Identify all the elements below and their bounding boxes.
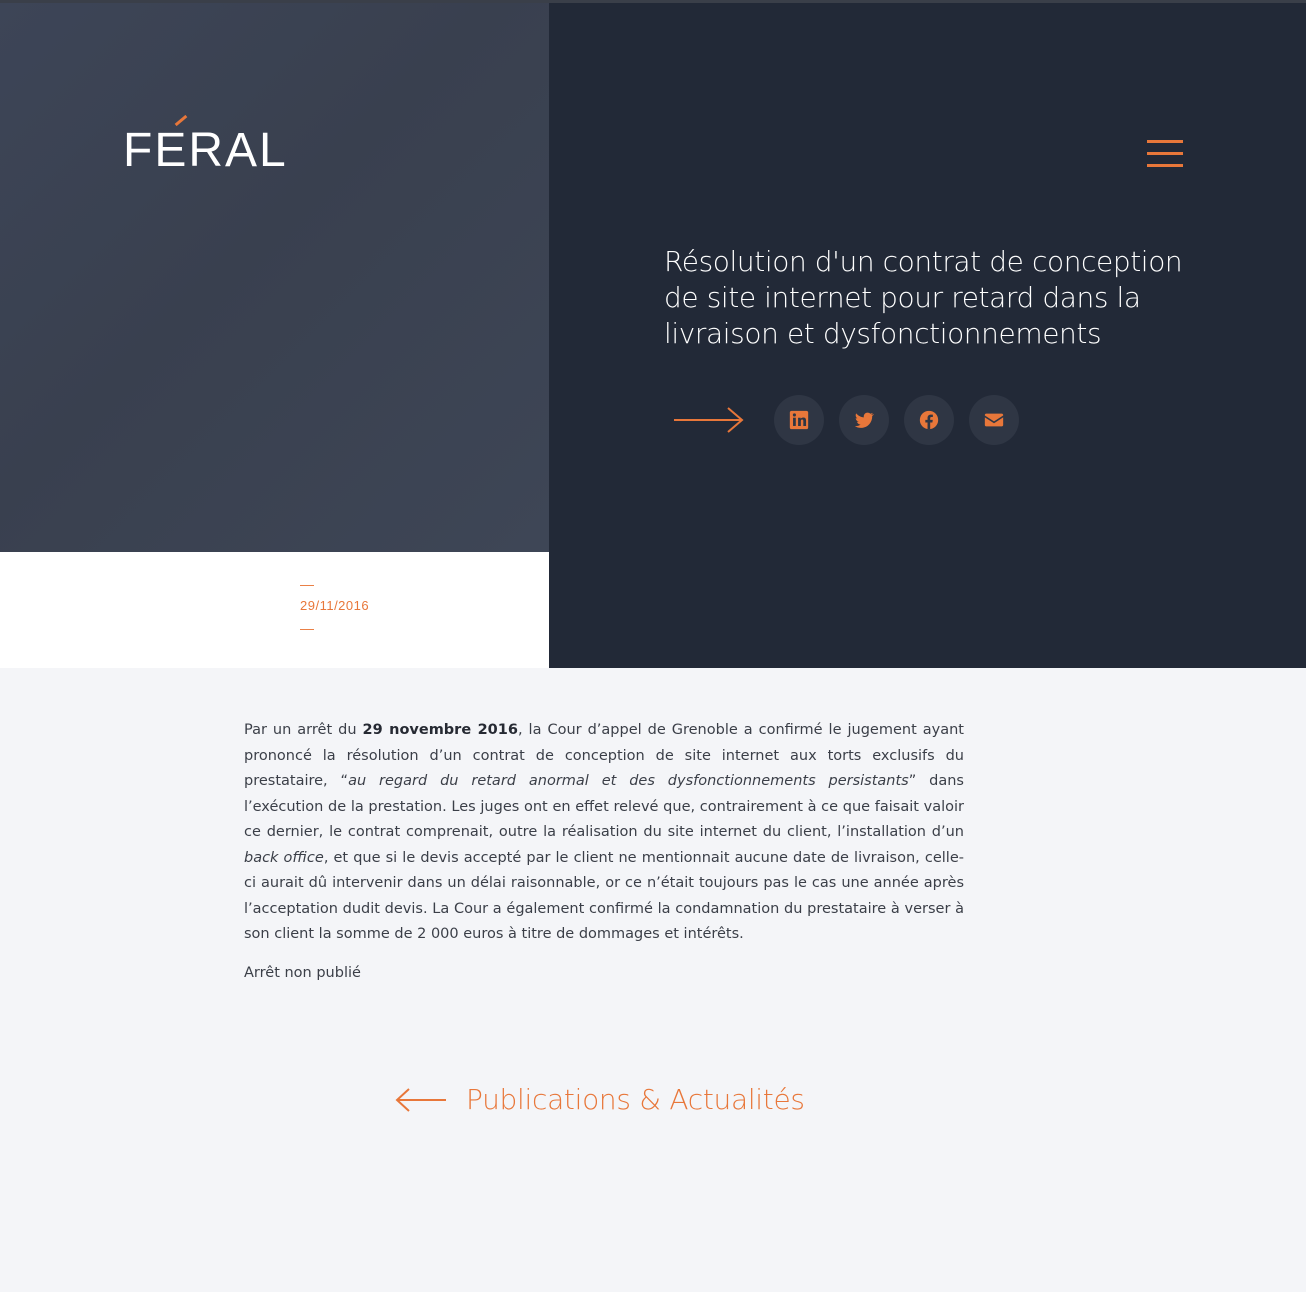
facebook-icon (919, 410, 939, 430)
twitter-icon (854, 412, 875, 428)
back-to-publications-link[interactable]: Publications & Actualités (394, 1083, 805, 1116)
logo-text: FERAL (123, 114, 288, 181)
email-icon (984, 413, 1004, 427)
article-date-block: — 29/11/2016 — (300, 575, 369, 637)
article-note: Arrêt non publié (244, 964, 361, 981)
article-date: 29/11/2016 (300, 598, 370, 613)
linkedin-icon (789, 410, 809, 430)
hamburger-menu-icon[interactable] (1147, 138, 1185, 170)
back-link-label: Publications & Actualités (466, 1083, 805, 1116)
article-title: Résolution d'un contrat de conception de… (664, 245, 1183, 350)
share-linkedin-button[interactable] (774, 395, 824, 445)
arrow-left-icon (395, 1087, 446, 1112)
date-dash-bottom: — (300, 620, 314, 636)
hero-image-panel: FERAL (0, 3, 549, 552)
article-body: Par un arrêt du 29 novembre 2016, la Cou… (244, 718, 964, 999)
share-bar (672, 395, 1034, 445)
date-panel (0, 552, 549, 668)
share-facebook-button[interactable] (904, 395, 954, 445)
article-paragraph: Par un arrêt du 29 novembre 2016, la Cou… (244, 722, 964, 942)
feral-logo[interactable]: FERAL (123, 114, 323, 181)
share-email-button[interactable] (969, 395, 1019, 445)
share-twitter-button[interactable] (839, 395, 889, 445)
arrow-right-icon (674, 407, 744, 433)
date-dash-top: — (300, 576, 314, 592)
